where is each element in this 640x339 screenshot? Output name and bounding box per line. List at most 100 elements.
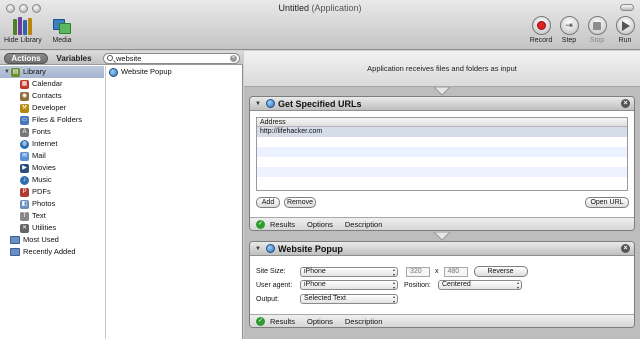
tree-item-developer[interactable]: ⚒ Developer	[0, 102, 104, 114]
tree-item-label: Files & Folders	[32, 115, 83, 124]
position-select[interactable]: Centered	[438, 280, 522, 290]
list-item[interactable]: Website Popup	[106, 66, 243, 78]
table-row-empty	[257, 147, 627, 157]
search-value: website	[116, 54, 142, 63]
action-get-specified-urls[interactable]: ▼ Get Specified URLs × Address http://li…	[249, 96, 635, 231]
description-tab[interactable]: Description	[345, 317, 383, 326]
tree-item-contacts[interactable]: ◉ Contacts	[0, 90, 104, 102]
height-field[interactable]: 480	[443, 266, 468, 277]
site-size-label: Site Size:	[256, 268, 286, 275]
table-row[interactable]: http://lifehacker.com	[257, 127, 627, 137]
contacts-icon: ◉	[20, 91, 29, 101]
mail-icon: ✉	[20, 151, 29, 161]
table-row-empty	[257, 177, 627, 187]
remove-action-icon[interactable]: ×	[621, 244, 630, 253]
tree-item-fonts[interactable]: A Fonts	[0, 126, 104, 138]
tree-item-movies[interactable]: ▶ Movies	[0, 162, 104, 174]
text-icon: T	[20, 211, 29, 221]
tree-item-label: Calendar	[32, 79, 63, 88]
tree-item-label: PDFs	[32, 187, 51, 196]
output-select[interactable]: Selected Text	[300, 294, 398, 304]
tree-item-internet[interactable]: ◍ Internet	[0, 138, 104, 150]
action-footer: ✓ Results Options Description	[250, 314, 634, 327]
site-size-row: Site Size: iPhone 320 x 480 Reverse	[256, 266, 528, 277]
window-title-text: Untitled	[278, 3, 309, 13]
add-url-button[interactable]: Add	[256, 197, 280, 208]
search-input[interactable]: website ×	[103, 53, 240, 64]
run-icon	[622, 20, 630, 31]
workflow-pane: Application receives files and folders a…	[244, 51, 640, 339]
results-tab[interactable]: Results	[270, 317, 295, 326]
tree-item-library[interactable]: ▼ ▤ Library	[0, 66, 104, 78]
remove-action-icon[interactable]: ×	[621, 99, 630, 108]
tree-item-text[interactable]: T Text	[0, 210, 104, 222]
tree-item-pdfs[interactable]: P PDFs	[0, 186, 104, 198]
fonts-icon: A	[20, 127, 29, 137]
tree-item-recently-added[interactable]: Recently Added	[0, 246, 104, 258]
tree-item-mail[interactable]: ✉ Mail	[0, 150, 104, 162]
record-button[interactable]: Record	[527, 16, 555, 44]
toolbar-toggle-button[interactable]	[620, 4, 634, 11]
tree-item-calendar[interactable]: ▦ Calendar	[0, 78, 104, 90]
tree-item-photos[interactable]: ◧ Photos	[0, 198, 104, 210]
window-title: Untitled (Application)	[0, 3, 640, 13]
url-table[interactable]: Address http://lifehacker.com	[256, 117, 628, 191]
tree-item-label: Most Used	[23, 235, 59, 244]
options-tab[interactable]: Options	[307, 220, 333, 229]
toolbar: Untitled (Application) Hide Library Medi…	[0, 0, 640, 50]
globe-icon	[266, 244, 275, 253]
disclosure-triangle-icon[interactable]: ▼	[4, 66, 11, 78]
stop-label: Stop	[589, 37, 605, 44]
position-label: Position:	[404, 281, 431, 289]
action-website-popup[interactable]: ▼ Website Popup × Site Size: iPhone 320 …	[249, 241, 635, 328]
results-tab[interactable]: Results	[270, 220, 295, 229]
stop-button[interactable]: Stop	[583, 16, 611, 44]
clear-search-icon[interactable]: ×	[230, 55, 237, 62]
movies-icon: ▶	[20, 163, 29, 173]
hide-library-label: Hide Library	[4, 37, 42, 44]
tree-item-music[interactable]: ♪ Music	[0, 174, 104, 186]
step-button[interactable]: ⇥ Step	[555, 16, 583, 44]
site-size-select[interactable]: iPhone	[300, 266, 398, 277]
remove-url-button[interactable]: Remove	[284, 197, 316, 208]
width-field[interactable]: 320	[406, 266, 430, 277]
actions-tab[interactable]: Actions	[4, 53, 48, 64]
library-pane: Actions Variables website × ▼ ▤ Library …	[0, 51, 243, 339]
user-agent-select[interactable]: iPhone	[300, 280, 398, 290]
table-row-empty	[257, 137, 627, 147]
run-button[interactable]: Run	[611, 16, 639, 44]
workflow-connector	[433, 232, 451, 241]
pdfs-icon: P	[20, 187, 29, 197]
options-tab[interactable]: Options	[307, 317, 333, 326]
tree-item-most-used[interactable]: Most Used	[0, 234, 104, 246]
music-icon: ♪	[20, 175, 29, 185]
open-url-button[interactable]: Open URL	[585, 197, 629, 208]
globe-icon	[266, 99, 275, 108]
workflow-input-header: Application receives files and folders a…	[244, 51, 640, 87]
table-header-address[interactable]: Address	[257, 118, 627, 127]
description-tab[interactable]: Description	[345, 220, 383, 229]
tree-item-utilities[interactable]: ✕ Utilities	[0, 222, 104, 234]
action-title-bar[interactable]: ▼ Get Specified URLs ×	[250, 97, 634, 111]
checkmark-icon: ✓	[256, 316, 265, 326]
user-agent-row: User agent: iPhone Position: Centered	[256, 280, 522, 290]
run-label: Run	[618, 37, 632, 44]
reverse-button[interactable]: Reverse	[473, 266, 528, 277]
globe-icon	[109, 67, 118, 77]
tree-item-files-folders[interactable]: ▭ Files & Folders	[0, 114, 104, 126]
action-title-bar[interactable]: ▼ Website Popup ×	[250, 242, 634, 256]
tree-item-label: Text	[32, 211, 46, 220]
search-icon	[107, 55, 113, 61]
output-label: Output:	[256, 295, 279, 303]
media-button[interactable]: Media	[52, 17, 72, 44]
collapse-triangle-icon[interactable]: ▼	[255, 246, 263, 252]
stop-icon	[593, 21, 601, 30]
action-footer: ✓ Results Options Description	[250, 217, 634, 230]
tree-item-label: Contacts	[32, 91, 62, 100]
step-label: Step	[561, 37, 577, 44]
variables-tab[interactable]: Variables	[50, 53, 98, 64]
collapse-triangle-icon[interactable]: ▼	[255, 101, 263, 107]
utilities-icon: ✕	[20, 223, 29, 233]
tree-item-label: Fonts	[32, 127, 51, 136]
hide-library-button[interactable]: Hide Library	[4, 17, 42, 44]
